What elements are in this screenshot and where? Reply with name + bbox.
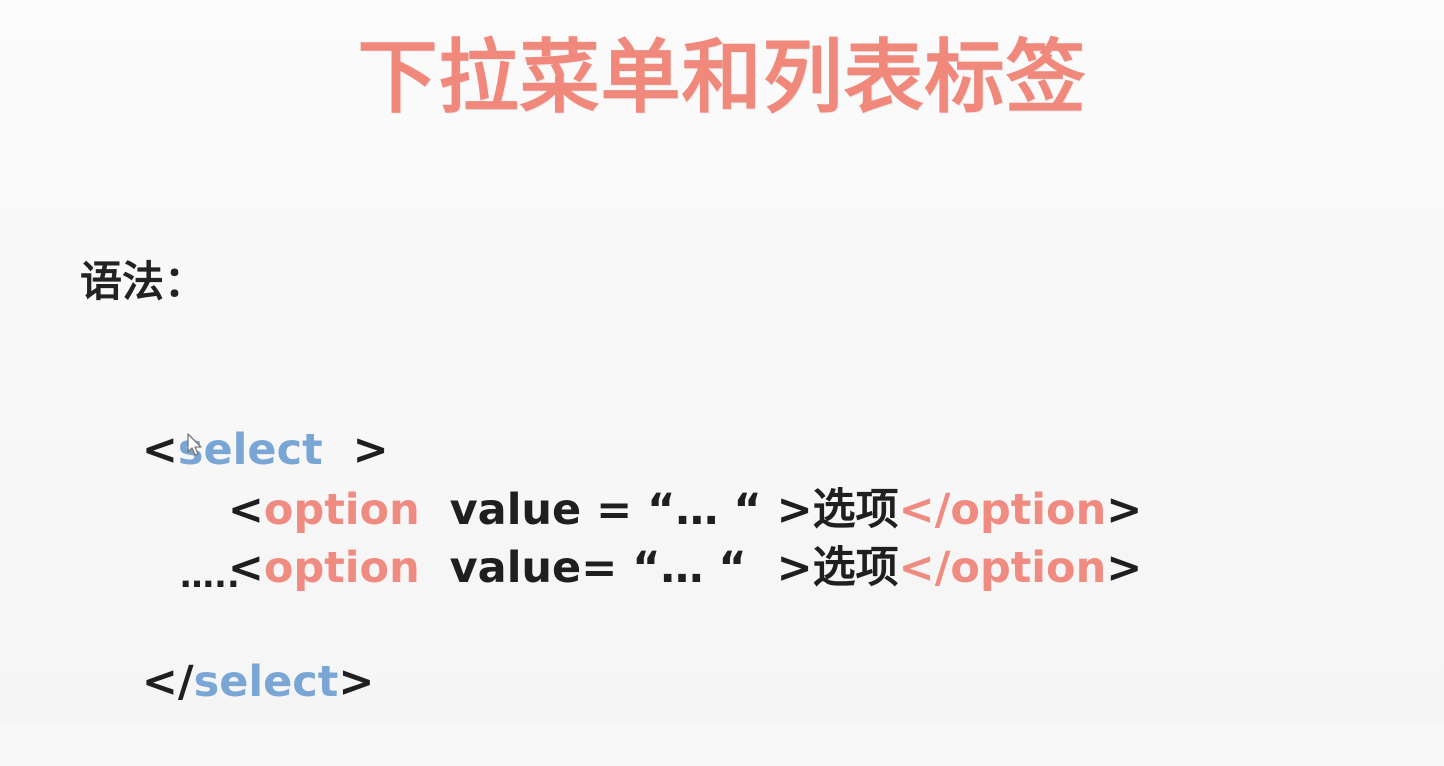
slide-canvas: 下拉菜单和列表标签 语法： <select > <option value = …: [0, 0, 1444, 724]
mouse-pointer-icon: [187, 433, 202, 456]
option-closing-tag: </option: [898, 543, 1107, 593]
select-closing-tag: select: [193, 657, 339, 707]
option-tag: option: [263, 543, 420, 593]
angle-bracket-close: >: [338, 657, 375, 707]
closing-bracket-slash: </: [141, 657, 194, 707]
angle-bracket-close: >: [1106, 543, 1143, 593]
slide-title: 下拉菜单和列表标签: [357, 31, 1087, 124]
syntax-label: 语法：: [80, 257, 207, 306]
option-value-text: value= “… “ >选项: [419, 543, 899, 593]
code-ellipsis: …..: [180, 556, 240, 596]
code-line-select-close: </select>: [82, 598, 374, 766]
